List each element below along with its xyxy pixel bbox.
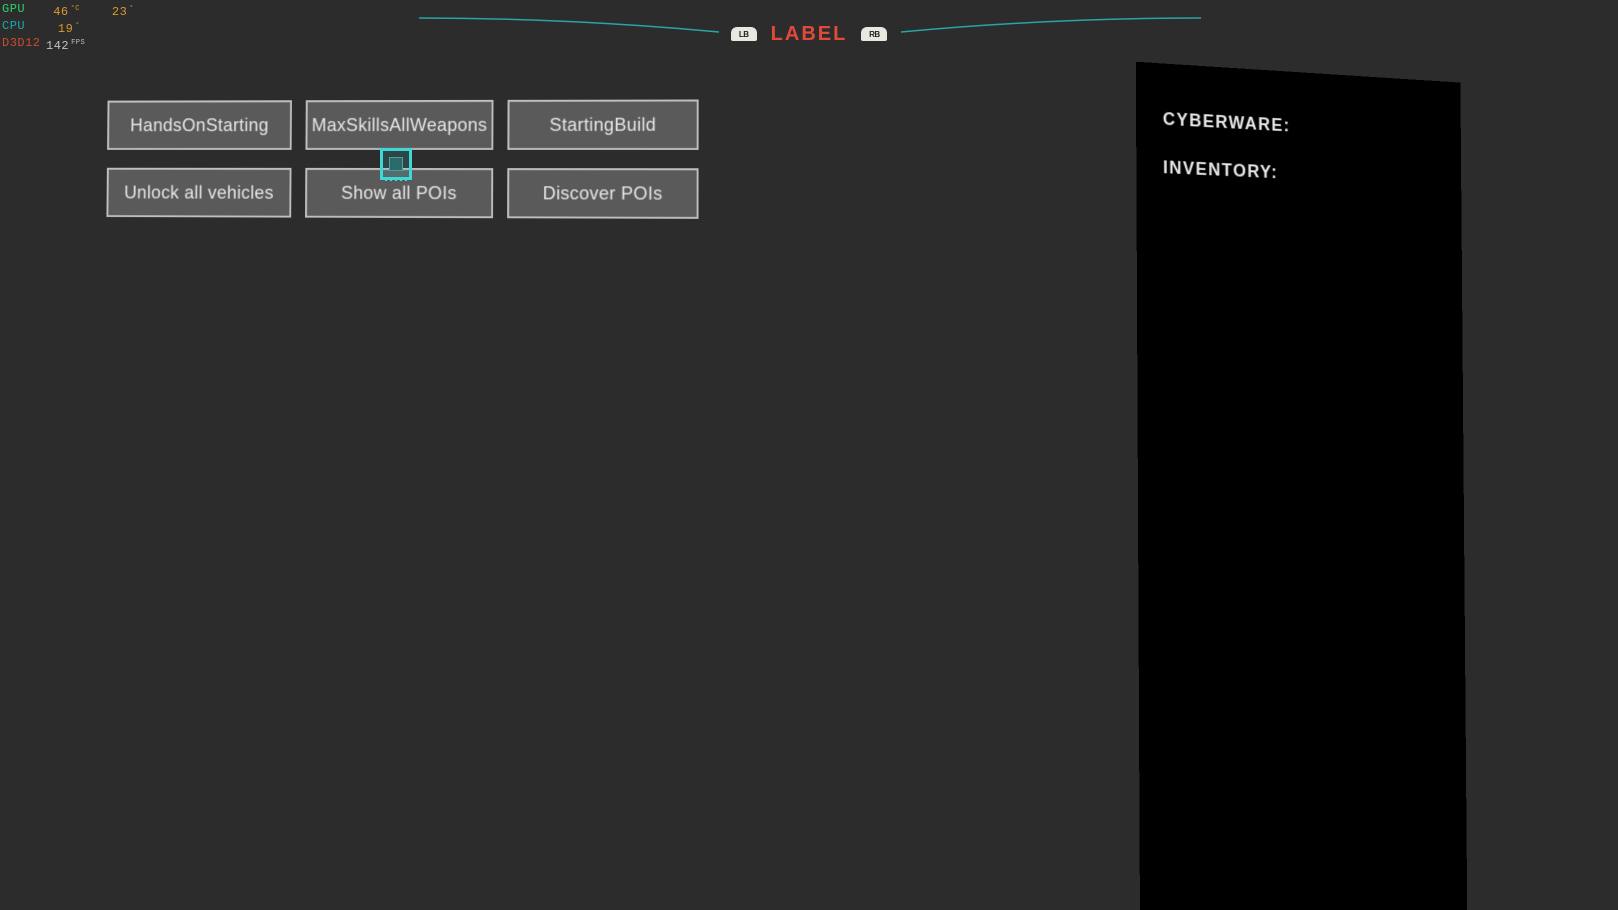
side-panel: CYBERWARE: INVENTORY:	[1136, 62, 1468, 910]
rb-bumper-icon[interactable]: RB	[861, 27, 887, 41]
perf-cpu-value: 19°	[46, 19, 80, 36]
inventory-heading: INVENTORY:	[1163, 157, 1437, 190]
max-skills-all-weapons-button[interactable]: MaxSkillsAllWeapons	[305, 100, 493, 150]
unlock-all-vehicles-button[interactable]: Unlock all vehicles	[106, 168, 291, 218]
debug-button-stage: HandsOnStarting MaxSkillsAllWeapons Star…	[100, 100, 698, 218]
perf-api-label: D3D12	[2, 36, 46, 53]
tab-bar-line-left	[419, 14, 717, 54]
chip-cursor-icon	[380, 148, 412, 180]
hands-on-starting-button[interactable]: HandsOnStarting	[107, 100, 292, 150]
perf-overlay: GPU 46°C 23° CPU 19° D3D12 142FPS	[2, 2, 134, 53]
perf-cpu-label: CPU	[2, 19, 46, 36]
perf-fps-value: 142FPS	[46, 36, 80, 53]
lb-bumper-icon[interactable]: LB	[731, 27, 757, 41]
starting-build-button[interactable]: StartingBuild	[507, 99, 698, 150]
perf-gpu-temp: 23°	[100, 2, 134, 19]
tab-bar: LB LABEL RB	[419, 18, 1199, 50]
perf-gpu-label: GPU	[2, 2, 46, 19]
tab-bar-line-right	[901, 14, 1199, 54]
cyberware-heading: CYBERWARE:	[1163, 109, 1437, 144]
discover-pois-button[interactable]: Discover POIs	[507, 168, 699, 219]
side-panel-stage: CYBERWARE: INVENTORY:	[1138, 60, 1498, 910]
tab-label: LABEL	[771, 23, 848, 46]
perf-gpu-value: 46°C	[46, 2, 80, 19]
